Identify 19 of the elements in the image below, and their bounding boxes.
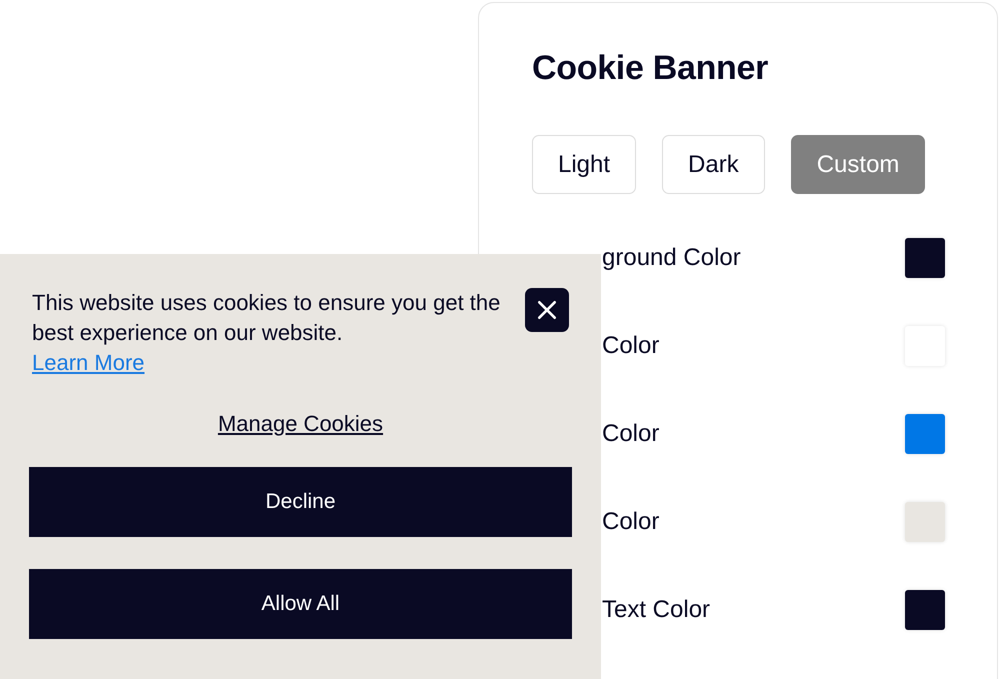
panel-title: Cookie Banner bbox=[532, 49, 770, 88]
banner-button[interactable]: Decline bbox=[29, 467, 572, 537]
color-label: Color bbox=[601, 508, 660, 536]
color-swatch[interactable] bbox=[905, 590, 945, 630]
banner-button[interactable]: Allow All bbox=[29, 569, 572, 639]
theme-tab[interactable]: Custom bbox=[790, 135, 926, 194]
color-label: Color bbox=[601, 332, 660, 360]
color-label: ground Color bbox=[601, 244, 741, 272]
cookie-message: This website uses cookies to ensure you get the best experience on our website. bbox=[32, 289, 502, 347]
theme-tab[interactable]: Dark bbox=[662, 135, 765, 194]
color-swatch[interactable] bbox=[905, 502, 945, 542]
color-label: Text Color bbox=[601, 596, 710, 624]
color-swatch[interactable] bbox=[905, 238, 945, 278]
theme-tab[interactable]: Light bbox=[532, 135, 636, 194]
close-button[interactable] bbox=[525, 288, 569, 332]
close-icon bbox=[536, 299, 558, 321]
color-swatch[interactable] bbox=[905, 414, 945, 454]
manage-cookies-link[interactable]: Manage Cookies bbox=[218, 411, 384, 437]
color-label: Color bbox=[601, 420, 660, 448]
